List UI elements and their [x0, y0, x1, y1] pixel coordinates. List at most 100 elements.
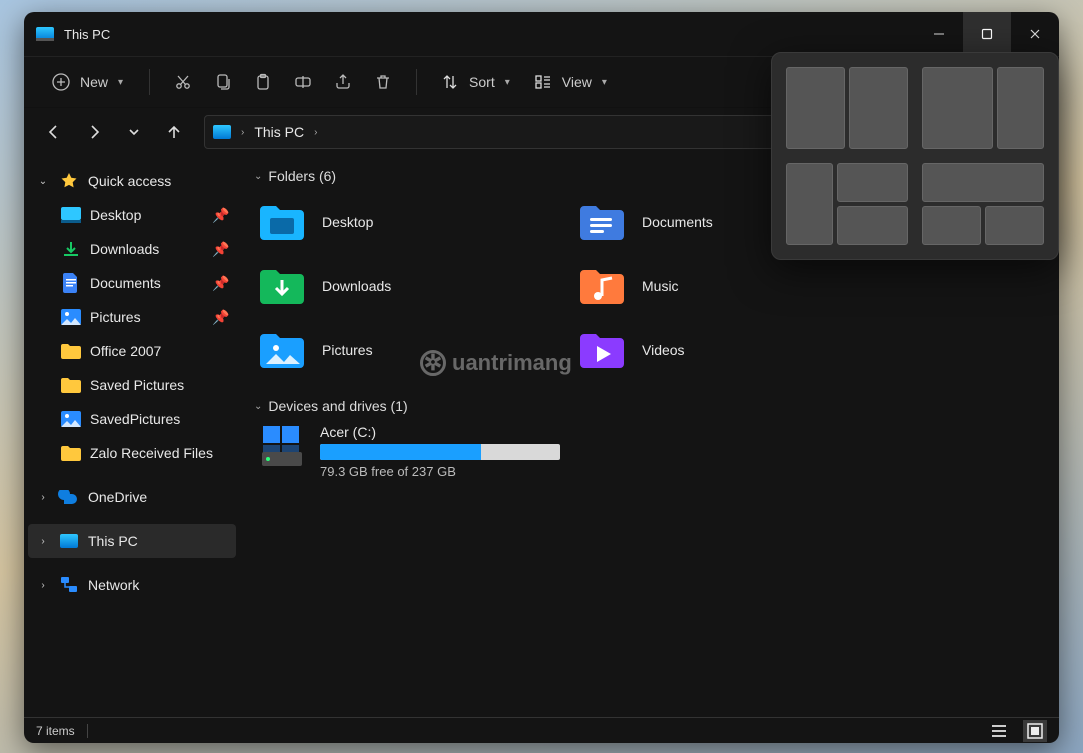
snap-layout-half-half[interactable]: [786, 67, 908, 149]
sidebar-item-label: Network: [88, 577, 228, 593]
sidebar-item-label: Downloads: [90, 241, 204, 257]
new-button[interactable]: New ▾: [44, 65, 133, 99]
view-button[interactable]: View ▾: [526, 65, 617, 99]
trash-icon: [372, 71, 394, 93]
pin-icon: 📌: [212, 241, 228, 258]
delete-button[interactable]: [366, 65, 400, 99]
drive-usage-bar: [320, 444, 560, 460]
copy-icon: [212, 71, 234, 93]
status-bar: 7 items: [24, 717, 1059, 743]
folder-icon: [578, 330, 626, 370]
sidebar-item-savedpictures[interactable]: SavedPictures: [28, 402, 236, 436]
folder-icon: [258, 266, 306, 306]
new-label: New: [80, 74, 108, 90]
document-icon: [60, 272, 82, 294]
view-icon: [532, 71, 554, 93]
desktop-icon: [60, 204, 82, 226]
details-view-button[interactable]: [987, 720, 1011, 742]
scissors-icon: [172, 71, 194, 93]
folder-label: Desktop: [322, 214, 373, 230]
folder-icon: [60, 340, 82, 362]
sidebar-item-downloads[interactable]: Downloads 📌: [28, 232, 236, 266]
network-icon: [58, 574, 80, 596]
sort-button[interactable]: Sort ▾: [433, 65, 520, 99]
drives-section-header[interactable]: ⌄ Devices and drives (1): [244, 394, 1059, 418]
sidebar-item-this-pc[interactable]: › This PC: [28, 524, 236, 558]
titlebar: This PC: [24, 12, 1059, 56]
sidebar-item-quick-access[interactable]: ⌄ Quick access: [28, 164, 236, 198]
copy-button[interactable]: [206, 65, 240, 99]
sidebar-item-label: Zalo Received Files: [90, 445, 228, 461]
star-icon: [58, 170, 80, 192]
paste-icon: [252, 71, 274, 93]
folder-label: Videos: [642, 342, 685, 358]
folder-music[interactable]: Music: [578, 266, 898, 306]
sidebar-item-zalo[interactable]: Zalo Received Files: [28, 436, 236, 470]
snap-layout-top-bottom[interactable]: [922, 163, 1044, 245]
chevron-right-icon: ›: [36, 492, 50, 503]
maximize-button[interactable]: [963, 12, 1011, 56]
folder-label: Pictures: [322, 342, 373, 358]
folder-desktop[interactable]: Desktop: [258, 202, 578, 242]
chevron-right-icon: ›: [312, 127, 319, 138]
picture-icon: [60, 306, 82, 328]
up-button[interactable]: [156, 114, 192, 150]
sidebar-item-office[interactable]: Office 2007: [28, 334, 236, 368]
folder-label: Downloads: [322, 278, 391, 294]
tiles-view-button[interactable]: [1023, 720, 1047, 742]
pin-icon: 📌: [212, 309, 228, 326]
download-icon: [60, 238, 82, 260]
snap-layout-wide-narrow[interactable]: [922, 67, 1044, 149]
sidebar-item-pictures[interactable]: Pictures 📌: [28, 300, 236, 334]
close-button[interactable]: [1011, 12, 1059, 56]
chevron-down-icon: ▾: [118, 77, 123, 88]
picture-icon: [60, 408, 82, 430]
folder-icon: [60, 442, 82, 464]
recent-button[interactable]: [116, 114, 152, 150]
paste-button[interactable]: [246, 65, 280, 99]
rename-button[interactable]: [286, 65, 320, 99]
chevron-down-icon: ▾: [505, 77, 510, 88]
folder-downloads[interactable]: Downloads: [258, 266, 578, 306]
folder-icon: [60, 374, 82, 396]
chevron-down-icon: ⌄: [254, 171, 262, 182]
address-segment[interactable]: This PC: [254, 124, 304, 140]
rename-icon: [292, 71, 314, 93]
back-button[interactable]: [36, 114, 72, 150]
sidebar-item-label: This PC: [88, 533, 228, 549]
snap-layout-left-stack[interactable]: [786, 163, 908, 245]
folder-icon: [578, 266, 626, 306]
minimize-button[interactable]: [915, 12, 963, 56]
status-item-count: 7 items: [36, 724, 75, 738]
chevron-right-icon: ›: [36, 536, 50, 547]
drive-info: Acer (C:) 79.3 GB free of 237 GB: [320, 424, 560, 479]
sidebar-item-desktop[interactable]: Desktop 📌: [28, 198, 236, 232]
sidebar-item-label: Documents: [90, 275, 204, 291]
folder-videos[interactable]: Videos: [578, 330, 898, 370]
snap-layouts-flyout: [771, 52, 1059, 260]
share-button[interactable]: [326, 65, 360, 99]
folder-label: Documents: [642, 214, 713, 230]
share-icon: [332, 71, 354, 93]
sidebar-item-network[interactable]: › Network: [28, 568, 236, 602]
folder-icon: [578, 202, 626, 242]
sidebar-item-label: Office 2007: [90, 343, 228, 359]
plus-circle-icon: [50, 71, 72, 93]
view-label: View: [562, 74, 592, 90]
this-pc-icon: [213, 125, 231, 139]
cut-button[interactable]: [166, 65, 200, 99]
sort-label: Sort: [469, 74, 495, 90]
onedrive-icon: [58, 486, 80, 508]
this-pc-icon: [58, 530, 80, 552]
drive-c[interactable]: Acer (C:) 79.3 GB free of 237 GB: [244, 418, 1059, 485]
sidebar-item-documents[interactable]: Documents 📌: [28, 266, 236, 300]
sidebar-item-saved-pictures[interactable]: Saved Pictures: [28, 368, 236, 402]
pin-icon: 📌: [212, 207, 228, 224]
folder-icon: [258, 202, 306, 242]
forward-button[interactable]: [76, 114, 112, 150]
chevron-down-icon: ▾: [602, 77, 607, 88]
sidebar-item-onedrive[interactable]: › OneDrive: [28, 480, 236, 514]
sidebar-item-label: SavedPictures: [90, 411, 228, 427]
folder-icon: [258, 330, 306, 370]
folder-pictures[interactable]: Pictures: [258, 330, 578, 370]
